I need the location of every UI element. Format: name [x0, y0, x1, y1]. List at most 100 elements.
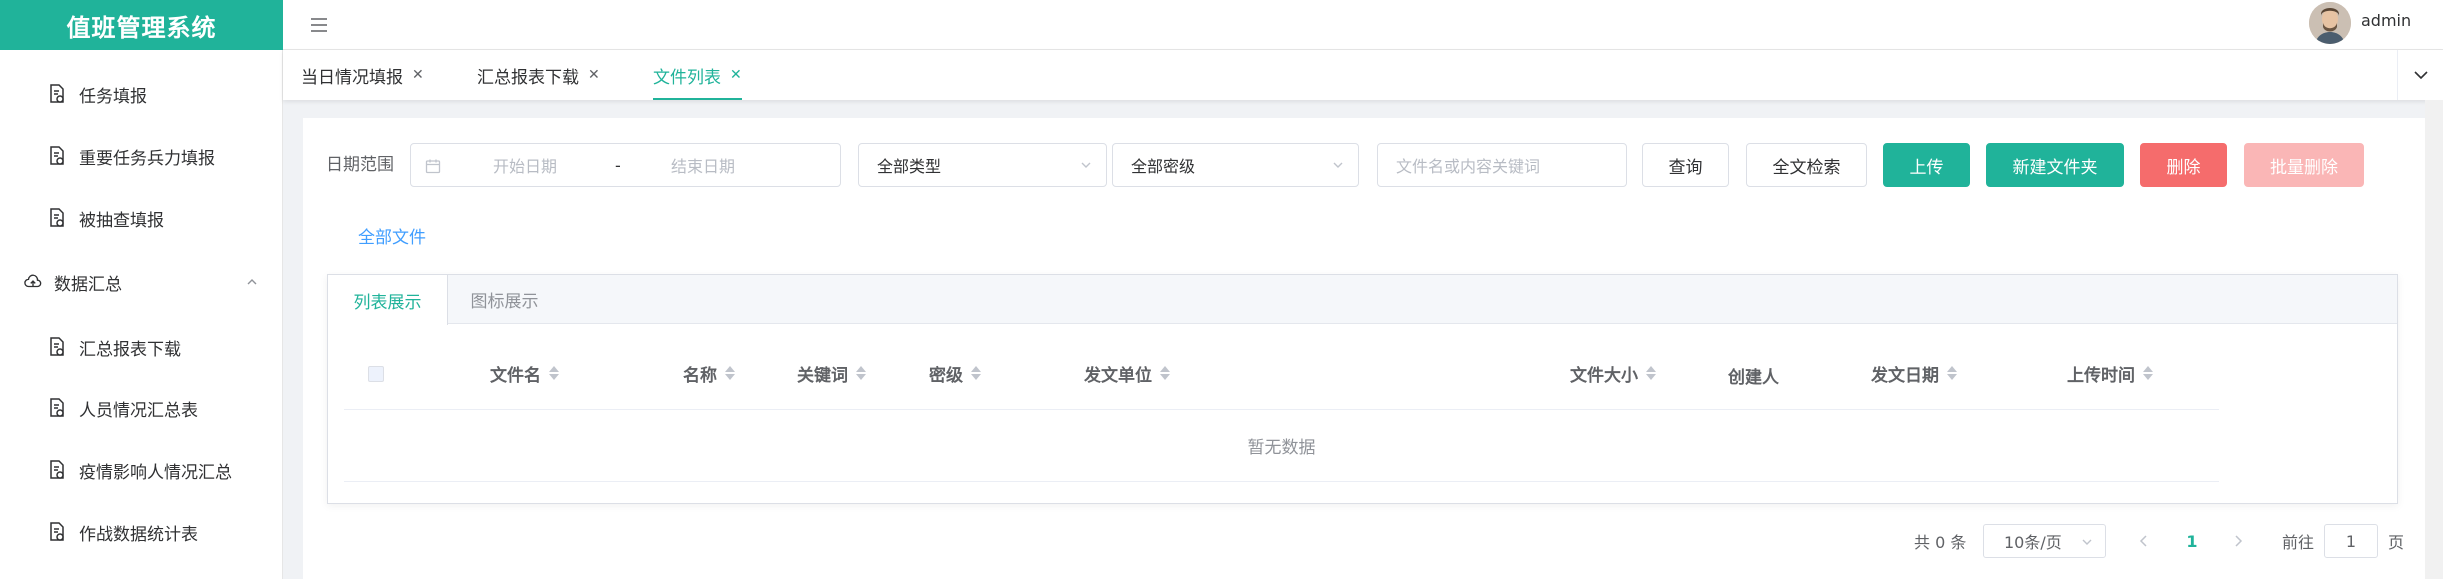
avatar[interactable]: [2309, 2, 2351, 44]
column-header-creator: 创建人: [1728, 363, 1779, 388]
delete-button[interactable]: 删除: [2140, 143, 2227, 187]
column-header-issuing-unit[interactable]: 发文单位: [1084, 361, 1170, 386]
table-empty-text: 暂无数据: [1247, 437, 1316, 458]
tab-label: 汇总报表下载: [477, 67, 579, 88]
column-header-name[interactable]: 名称: [683, 361, 735, 386]
fulltext-search-button[interactable]: 全文检索: [1746, 143, 1867, 187]
tab-label: 当日情况填报: [301, 67, 403, 88]
username[interactable]: admin: [2361, 0, 2411, 42]
close-icon[interactable]: ✕: [588, 67, 600, 83]
sidebar-group-data-summary[interactable]: 数据汇总: [0, 262, 283, 302]
tab-bar: 当日情况填报 ✕ 汇总报表下载 ✕ 文件列表 ✕: [283, 50, 2443, 100]
close-icon[interactable]: ✕: [412, 67, 424, 83]
sort-icon[interactable]: [725, 365, 735, 381]
column-label: 文件名: [490, 365, 541, 386]
goto-label: 前往: [2282, 533, 2315, 552]
breadcrumb-all-files[interactable]: 全部文件: [358, 223, 426, 248]
cloud-upload-icon: [24, 274, 42, 288]
date-range-label: 日期范围: [326, 155, 394, 175]
hamburger-menu-icon[interactable]: [307, 13, 331, 37]
sidebar-item-label: 作战数据统计表: [79, 524, 198, 545]
app-title: 值班管理系统: [0, 0, 283, 50]
column-header-secret-level[interactable]: 密级: [929, 361, 981, 386]
tab-list-view[interactable]: 列表展示: [328, 275, 448, 325]
column-label: 文件大小: [1570, 365, 1638, 386]
sidebar-item-spot-check[interactable]: 被抽查填报: [0, 198, 283, 238]
sidebar-item-personnel-summary[interactable]: 人员情况汇总表: [0, 388, 283, 428]
keyword-search-input[interactable]: 文件名或内容关键词: [1377, 143, 1627, 187]
scrollbar[interactable]: [2425, 100, 2443, 579]
type-select-value: 全部类型: [877, 157, 942, 176]
prev-page-button[interactable]: [2134, 524, 2154, 558]
tabs-dropdown-button[interactable]: [2397, 50, 2443, 100]
upload-button[interactable]: 上传: [1883, 143, 1970, 187]
sort-icon[interactable]: [1646, 365, 1656, 381]
document-settings-icon: [50, 522, 64, 541]
sidebar-item-label: 重要任务兵力填报: [79, 148, 215, 169]
batch-delete-button[interactable]: 批量删除: [2244, 143, 2364, 187]
sort-icon[interactable]: [971, 365, 981, 381]
table-bottom-divider: [344, 481, 2219, 482]
user-avatar-icon: [2309, 2, 2351, 44]
sort-icon[interactable]: [549, 365, 559, 381]
column-header-file-size[interactable]: 文件大小: [1570, 361, 1656, 386]
column-label: 密级: [929, 365, 963, 386]
column-label: 发文单位: [1084, 365, 1152, 386]
select-all-checkbox[interactable]: [368, 366, 384, 382]
sort-icon[interactable]: [856, 365, 866, 381]
page-number-current[interactable]: 1: [2182, 524, 2202, 558]
column-header-keywords[interactable]: 关键词: [797, 361, 866, 386]
sidebar-item-label: 疫情影响人情况汇总: [79, 462, 232, 483]
tab-label: 文件列表: [653, 67, 721, 88]
sidebar-group-label: 数据汇总: [54, 274, 122, 295]
close-icon[interactable]: ✕: [730, 67, 742, 83]
secret-select-value: 全部密级: [1131, 157, 1196, 176]
goto-page-input[interactable]: 1: [2324, 524, 2378, 558]
sidebar-item-epidemic-summary[interactable]: 疫情影响人情况汇总: [0, 450, 283, 490]
sidebar: 任务填报 重要任务兵力填报 被抽查填报 数据汇总 汇总报表下载 人员情况汇总表 …: [0, 50, 283, 579]
column-label: 发文日期: [1871, 365, 1939, 386]
sort-icon[interactable]: [2143, 365, 2153, 381]
sidebar-item-task-fill[interactable]: 任务填报: [0, 74, 283, 114]
sort-icon[interactable]: [1947, 365, 1957, 381]
chevron-down-icon: [2413, 71, 2428, 80]
tab-file-list[interactable]: 文件列表 ✕: [653, 50, 742, 100]
keyword-placeholder: 文件名或内容关键词: [1396, 157, 1541, 176]
tab-icon-view[interactable]: 图标展示: [448, 275, 561, 324]
new-folder-button[interactable]: 新建文件夹: [1986, 143, 2124, 187]
document-settings-icon: [50, 398, 64, 417]
column-header-upload-time[interactable]: 上传时间: [2067, 361, 2153, 386]
chevron-up-icon: [247, 279, 257, 285]
page-size-select[interactable]: 10条/页: [1983, 524, 2106, 558]
document-settings-icon: [50, 208, 64, 227]
pagination-total: 共 0 条: [1914, 533, 1967, 552]
column-label: 名称: [683, 365, 717, 386]
tab-daily-report[interactable]: 当日情况填报 ✕: [301, 50, 424, 100]
sidebar-item-report-download[interactable]: 汇总报表下载: [0, 327, 283, 367]
document-settings-icon: [50, 146, 64, 165]
tab-report-download[interactable]: 汇总报表下载 ✕: [477, 50, 600, 100]
sort-icon[interactable]: [1160, 365, 1170, 381]
query-button[interactable]: 查询: [1642, 143, 1729, 187]
chevron-left-icon: [2139, 535, 2147, 547]
date-range-picker[interactable]: 开始日期 - 结束日期: [410, 143, 841, 187]
sidebar-item-label: 任务填报: [79, 86, 147, 107]
column-header-issue-date[interactable]: 发文日期: [1871, 361, 1957, 386]
sidebar-item-label: 被抽查填报: [79, 210, 164, 231]
next-page-button[interactable]: [2228, 524, 2248, 558]
page-suffix: 页: [2388, 533, 2405, 552]
document-settings-icon: [50, 460, 64, 479]
sidebar-item-important-task[interactable]: 重要任务兵力填报: [0, 136, 283, 176]
page-size-value: 10条/页: [2004, 533, 2062, 552]
sidebar-item-combat-stats[interactable]: 作战数据统计表: [0, 512, 283, 552]
chevron-right-icon: [2235, 535, 2243, 547]
column-label: 关键词: [797, 365, 848, 386]
secret-level-select[interactable]: 全部密级: [1112, 143, 1359, 187]
column-header-filename[interactable]: 文件名: [490, 361, 559, 386]
document-settings-icon: [50, 337, 64, 356]
date-separator: -: [615, 155, 621, 175]
start-date-input[interactable]: 开始日期: [493, 153, 557, 177]
end-date-input[interactable]: 结束日期: [671, 153, 735, 177]
calendar-icon: [425, 159, 441, 174]
type-select[interactable]: 全部类型: [858, 143, 1107, 187]
